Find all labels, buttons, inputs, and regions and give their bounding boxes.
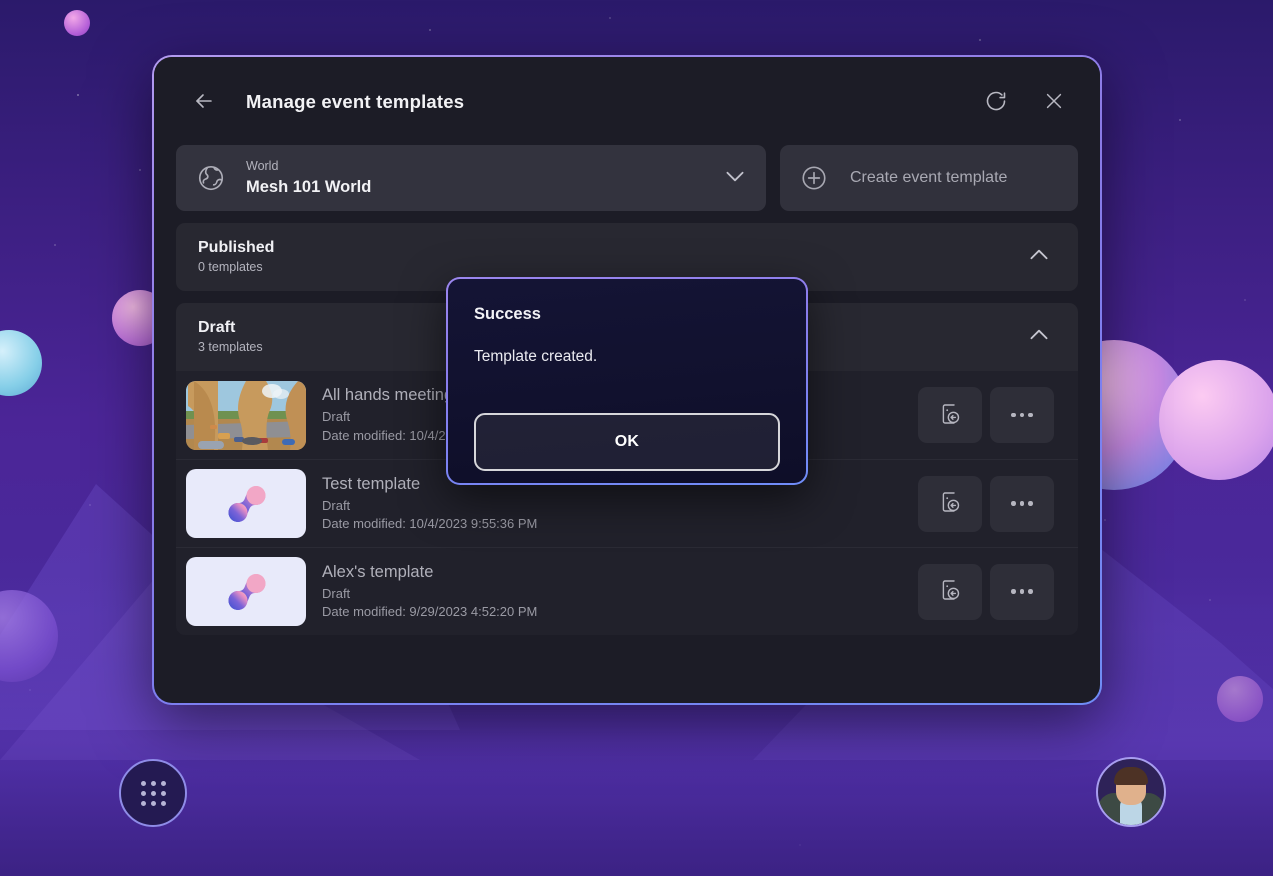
selector-row: World Mesh 101 World Create event templa… bbox=[154, 145, 1100, 211]
arrow-left-icon bbox=[192, 89, 216, 116]
section-title: Published bbox=[198, 238, 275, 256]
back-button[interactable] bbox=[184, 82, 224, 122]
row-actions bbox=[918, 387, 1054, 443]
close-button[interactable] bbox=[1034, 82, 1074, 122]
refresh-icon bbox=[984, 89, 1008, 116]
row-actions bbox=[918, 563, 1054, 620]
more-options-button[interactable] bbox=[990, 563, 1054, 620]
world-text: World Mesh 101 World bbox=[246, 158, 722, 198]
refresh-button[interactable] bbox=[976, 82, 1016, 122]
join-template-button[interactable] bbox=[918, 563, 982, 620]
template-meta: Alex's template Draft Date modified: 9/2… bbox=[322, 561, 918, 623]
ok-button[interactable]: OK bbox=[474, 413, 780, 471]
template-date: Date modified: 10/4/2023 9:55:36 PM bbox=[322, 516, 538, 532]
create-event-template-button[interactable]: Create event template bbox=[780, 145, 1078, 211]
world-value: Mesh 101 World bbox=[246, 177, 372, 196]
dialog-title: Success bbox=[474, 305, 541, 323]
more-options-icon bbox=[1011, 501, 1033, 506]
template-date: Date modified: 9/29/2023 4:52:20 PM bbox=[322, 604, 538, 620]
template-name: Alex's template bbox=[322, 562, 434, 581]
floating-orb bbox=[64, 10, 90, 36]
avatar[interactable] bbox=[1096, 757, 1166, 827]
chevron-down-icon[interactable] bbox=[722, 163, 748, 194]
more-options-button[interactable] bbox=[990, 475, 1054, 532]
plus-circle-icon bbox=[800, 164, 828, 192]
enter-door-icon bbox=[938, 402, 962, 429]
create-event-template-label: Create event template bbox=[850, 169, 1008, 186]
chevron-up-icon[interactable] bbox=[1026, 242, 1052, 273]
enter-door-icon bbox=[938, 490, 962, 517]
table-row[interactable]: Alex's template Draft Date modified: 9/2… bbox=[176, 547, 1078, 635]
mesh-logo-icon bbox=[228, 573, 266, 610]
template-thumbnail bbox=[186, 380, 306, 450]
world-label: World bbox=[246, 159, 279, 174]
section-count: 0 templates bbox=[198, 260, 263, 275]
more-options-button[interactable] bbox=[990, 387, 1054, 443]
success-dialog: Success Template created. OK bbox=[446, 277, 808, 485]
template-status: Draft bbox=[322, 585, 351, 601]
panel-header: Manage event templates bbox=[154, 57, 1100, 147]
app-launcher-button[interactable] bbox=[119, 759, 187, 827]
join-template-button[interactable] bbox=[918, 475, 982, 532]
join-template-button[interactable] bbox=[918, 387, 982, 443]
section-text: Published 0 templates bbox=[198, 238, 1026, 277]
dialog-content: Success Template created. OK bbox=[448, 279, 806, 483]
floating-orb bbox=[1217, 676, 1263, 722]
dialog-message: Template created. bbox=[474, 348, 598, 365]
template-thumbnail bbox=[186, 557, 306, 626]
floating-orb bbox=[1159, 360, 1273, 480]
row-actions bbox=[918, 475, 1054, 532]
close-icon bbox=[1043, 90, 1065, 115]
template-status: Draft bbox=[322, 497, 351, 513]
mesh-logo-icon bbox=[228, 485, 266, 522]
template-thumbnail bbox=[186, 469, 306, 538]
enter-door-icon bbox=[938, 578, 962, 605]
globe-icon bbox=[196, 163, 226, 193]
world-selector[interactable]: World Mesh 101 World bbox=[176, 145, 766, 211]
page-title: Manage event templates bbox=[246, 91, 465, 112]
chevron-up-icon[interactable] bbox=[1026, 322, 1052, 353]
more-options-icon bbox=[1011, 589, 1033, 594]
grid-apps-icon bbox=[140, 780, 166, 806]
more-options-icon bbox=[1011, 412, 1033, 418]
